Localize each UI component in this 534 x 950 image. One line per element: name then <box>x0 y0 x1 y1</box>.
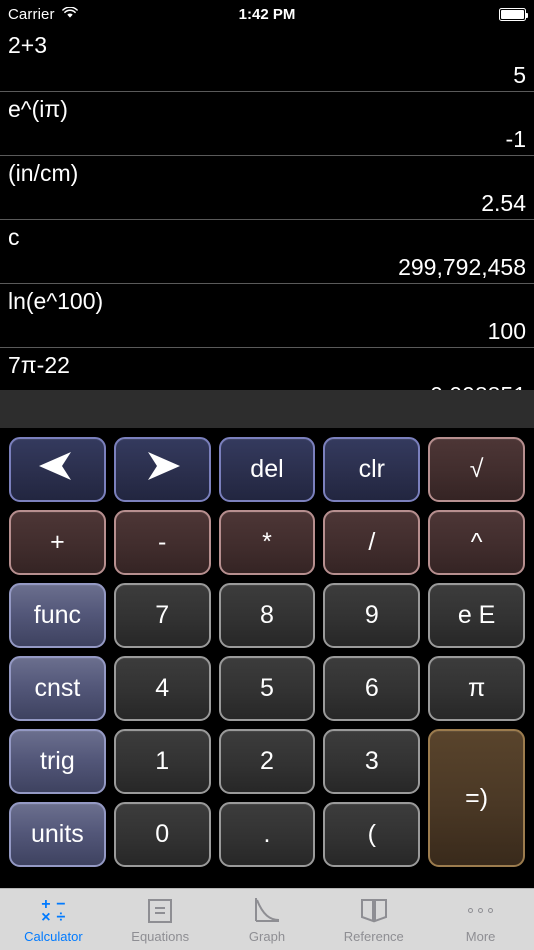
keypad-row-3: func 7 8 9 e E <box>5 579 529 652</box>
digit-3-button[interactable]: 3 <box>323 729 421 794</box>
arrow-right-icon <box>134 449 190 490</box>
trig-button[interactable]: trig <box>9 729 106 794</box>
status-bar: Carrier 1:42 PM <box>0 0 534 28</box>
keypad-row-4: cnst 4 5 6 π <box>5 652 529 725</box>
tab-label: Calculator <box>24 928 83 944</box>
history-row[interactable]: (in/cm) 2.54 <box>0 156 534 220</box>
battery-icon <box>499 7 528 21</box>
dot <box>488 908 494 913</box>
cursor-left-button[interactable] <box>9 437 106 502</box>
cursor-right-button[interactable] <box>113 437 211 502</box>
status-bar-left: Carrier <box>8 6 78 23</box>
keypad-bottom-left: trig 1 2 3 units 0 . ( <box>5 725 424 871</box>
open-paren-button[interactable]: ( <box>323 802 421 867</box>
calculator-app: Carrier 1:42 PM 2+3 5 e^(iπ) -1 (in/cm) … <box>0 0 534 950</box>
digit-2-button[interactable]: 2 <box>218 729 316 794</box>
keypad-bottom-block: trig 1 2 3 units 0 . ( =) <box>5 725 529 871</box>
decimal-point-button[interactable]: . <box>218 802 316 867</box>
units-button[interactable]: units <box>9 802 106 867</box>
calculation-history[interactable]: 2+3 5 e^(iπ) -1 (in/cm) 2.54 c 299,792,4… <box>0 28 534 390</box>
tab-label: Graph <box>248 928 286 944</box>
digit-0-button[interactable]: 0 <box>113 802 211 867</box>
carrier-label: Carrier <box>8 5 55 23</box>
history-row[interactable]: 7π-22 -0.008851 <box>0 348 534 390</box>
history-row[interactable]: c 299,792,458 <box>0 220 534 284</box>
equals-button[interactable]: =) <box>428 729 525 867</box>
keypad: del clr √ + - * / ^ func 7 8 9 e E cnst … <box>0 429 534 888</box>
exponent-button[interactable]: e E <box>428 583 525 648</box>
keypad-row-5: trig 1 2 3 <box>5 725 424 798</box>
history-expression: e^(iπ) <box>8 96 68 122</box>
battery-nub <box>526 12 528 18</box>
more-dots-icon <box>468 896 494 926</box>
plus-button[interactable]: + <box>9 510 106 575</box>
equals-key-wrapper: =) <box>424 725 529 871</box>
digit-5-button[interactable]: 5 <box>218 656 316 721</box>
book-icon <box>360 896 388 926</box>
history-expression: 7π-22 <box>8 352 70 378</box>
pi-button[interactable]: π <box>428 656 525 721</box>
tab-label: More <box>465 928 496 944</box>
tab-more[interactable]: More <box>427 889 534 950</box>
constants-button[interactable]: cnst <box>9 656 106 721</box>
keypad-row-1: del clr √ <box>5 433 529 506</box>
history-expression: ln(e^100) <box>8 288 104 314</box>
dot <box>478 908 484 913</box>
keypad-row-2: + - * / ^ <box>5 506 529 579</box>
graph-icon <box>253 896 281 926</box>
history-row[interactable]: e^(iπ) -1 <box>0 92 534 156</box>
functions-button[interactable]: func <box>9 583 106 648</box>
digit-9-button[interactable]: 9 <box>323 583 421 648</box>
history-result: 2.54 <box>481 190 526 216</box>
divide-button[interactable]: / <box>323 510 421 575</box>
keypad-row-6: units 0 . ( <box>5 798 424 871</box>
battery-fill <box>501 9 524 19</box>
delete-button[interactable]: del <box>218 437 316 502</box>
history-row[interactable]: 2+3 5 <box>0 28 534 92</box>
calculator-icon: + − × ÷ <box>41 895 66 926</box>
tab-graph[interactable]: Graph <box>214 889 321 950</box>
minus-button[interactable]: - <box>113 510 211 575</box>
tab-label: Equations <box>131 928 190 944</box>
wifi-icon <box>61 5 78 23</box>
history-result: 299,792,458 <box>398 254 526 280</box>
keypad-bottom-right: =) <box>424 725 529 871</box>
history-result: -0.008851 <box>422 381 526 390</box>
history-result: -1 <box>505 126 526 152</box>
tab-bar: + − × ÷ Calculator Equations Graph Refer… <box>0 888 534 950</box>
history-expression: 2+3 <box>8 32 48 58</box>
status-bar-time: 1:42 PM <box>238 5 296 23</box>
arrow-left-icon <box>29 449 85 490</box>
status-bar-right <box>499 7 528 21</box>
clear-button[interactable]: clr <box>323 437 421 502</box>
history-expression: (in/cm) <box>8 160 79 186</box>
dot <box>468 908 474 913</box>
multiply-button[interactable]: * <box>218 510 316 575</box>
history-expression: c <box>8 224 20 250</box>
digit-8-button[interactable]: 8 <box>218 583 316 648</box>
digit-4-button[interactable]: 4 <box>113 656 211 721</box>
tab-equations[interactable]: Equations <box>107 889 214 950</box>
sqrt-button[interactable]: √ <box>428 437 525 502</box>
power-button[interactable]: ^ <box>428 510 525 575</box>
tab-reference[interactable]: Reference <box>320 889 427 950</box>
tab-calculator[interactable]: + − × ÷ Calculator <box>0 889 107 950</box>
tab-label: Reference <box>343 928 404 944</box>
expression-input[interactable] <box>0 390 534 429</box>
digit-7-button[interactable]: 7 <box>113 583 211 648</box>
equations-icon <box>147 896 173 926</box>
digit-1-button[interactable]: 1 <box>113 729 211 794</box>
history-result: 100 <box>487 318 526 344</box>
history-result: 5 <box>513 62 526 88</box>
digit-6-button[interactable]: 6 <box>323 656 421 721</box>
history-row[interactable]: ln(e^100) 100 <box>0 284 534 348</box>
